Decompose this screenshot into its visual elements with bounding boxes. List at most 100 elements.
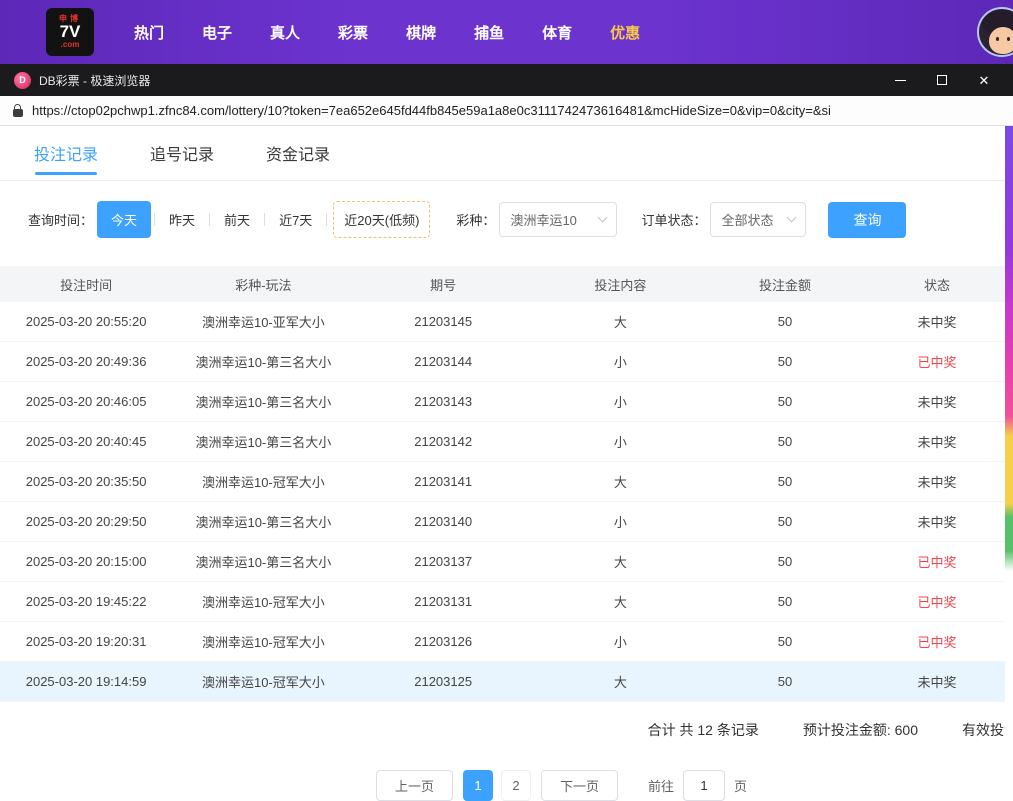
page-number[interactable]: 1 (463, 770, 493, 801)
prev-page-button[interactable]: 上一页 (376, 770, 453, 801)
cell-lottery-play: 澳洲幸运10-第三名大小 (172, 552, 354, 571)
top-banner: 申博 7V .com 热门 电子 真人 彩票 棋牌 捕鱼 体育 优惠 (0, 0, 1013, 64)
table-row[interactable]: 2025-03-20 19:14:59 澳洲幸运10-冠军大小 21203125… (0, 662, 1013, 702)
cell-bet-content: 小 (532, 512, 709, 531)
tab[interactable]: 追号记录 (150, 126, 214, 181)
nav-item[interactable]: 电子 (202, 22, 232, 43)
table-row[interactable]: 2025-03-20 20:55:20 澳洲幸运10-亚军大小 21203145… (0, 302, 1013, 342)
cell-issue-number: 21203126 (355, 634, 532, 649)
nav-item[interactable]: 彩票 (338, 22, 368, 43)
cell-lottery-play: 澳洲幸运10-冠军大小 (172, 592, 354, 611)
cell-bet-time: 2025-03-20 20:15:00 (0, 554, 172, 569)
cell-bet-time: 2025-03-20 19:14:59 (0, 674, 172, 689)
cell-lottery-play: 澳洲幸运10-第三名大小 (172, 432, 354, 451)
lottery-select[interactable]: 澳洲幸运10 (499, 202, 617, 237)
nav-item[interactable]: 棋牌 (406, 22, 436, 43)
search-button[interactable]: 查询 (828, 202, 906, 238)
cell-lottery-play: 澳洲幸运10-冠军大小 (172, 632, 354, 651)
site-logo[interactable]: 申博 7V .com (46, 8, 94, 56)
avatar-eye (996, 37, 999, 41)
time-option[interactable]: 昨天 (158, 201, 206, 238)
cell-bet-content: 大 (532, 552, 709, 571)
minimize-button[interactable] (893, 73, 907, 87)
cell-bet-time: 2025-03-20 20:40:45 (0, 434, 172, 449)
order-status-label: 订单状态： (641, 210, 706, 229)
window-titlebar: D DB彩票 - 极速浏览器 ✕ (0, 64, 1013, 96)
cell-issue-number: 21203145 (355, 314, 532, 329)
goto-suffix: 页 (734, 776, 747, 795)
time-option[interactable]: 近20天(低频) (333, 201, 430, 238)
cell-lottery-play: 澳洲幸运10-亚军大小 (172, 312, 354, 331)
column-header: 彩种-玩法 (172, 275, 354, 294)
time-option[interactable]: 今天 (97, 201, 151, 238)
column-header: 投注内容 (532, 275, 709, 294)
maximize-button[interactable] (935, 73, 949, 87)
cell-issue-number: 21203125 (355, 674, 532, 689)
cell-issue-number: 21203131 (355, 594, 532, 609)
cell-bet-amount: 50 (709, 514, 861, 529)
cell-bet-amount: 50 (709, 394, 861, 409)
tab[interactable]: 投注记录 (34, 126, 98, 181)
nav-item[interactable]: 热门 (134, 22, 164, 43)
lock-icon (13, 109, 23, 117)
nav-item[interactable]: 捕鱼 (474, 22, 504, 43)
table-row[interactable]: 2025-03-20 19:45:22 澳洲幸运10-冠军大小 21203131… (0, 582, 1013, 622)
table-row[interactable]: 2025-03-20 20:29:50 澳洲幸运10-第三名大小 2120314… (0, 502, 1013, 542)
lottery-label: 彩种： (456, 210, 495, 229)
cell-lottery-play: 澳洲幸运10-第三名大小 (172, 392, 354, 411)
column-header: 投注金额 (709, 275, 861, 294)
total-records-text: 合计 共 12 条记录 (648, 720, 759, 740)
cell-bet-amount: 50 (709, 674, 861, 689)
time-filter-group: 今天昨天前天近7天近20天(低频) (97, 201, 430, 238)
close-button[interactable]: ✕ (977, 73, 991, 87)
cell-bet-content: 小 (532, 632, 709, 651)
summary-bar: 合计 共 12 条记录 预计投注金额: 600 有效投注金 (0, 702, 1013, 740)
table-body: 2025-03-20 20:55:20 澳洲幸运10-亚军大小 21203145… (0, 302, 1013, 702)
background-page-strip (1005, 126, 1013, 800)
order-status-select[interactable]: 全部状态 (710, 202, 806, 237)
window-title: DB彩票 - 极速浏览器 (39, 72, 150, 89)
page-number[interactable]: 2 (501, 770, 531, 801)
table-row[interactable]: 2025-03-20 20:46:05 澳洲幸运10-第三名大小 2120314… (0, 382, 1013, 422)
url-text[interactable]: https://ctop02pchwp1.zfnc84.com/lottery/… (32, 103, 831, 118)
divider (326, 213, 327, 226)
cell-bet-content: 小 (532, 392, 709, 411)
tab[interactable]: 资金记录 (266, 126, 330, 181)
table-row[interactable]: 2025-03-20 20:15:00 澳洲幸运10-第三名大小 2120313… (0, 542, 1013, 582)
cell-status: 未中奖 (861, 432, 1013, 451)
cell-bet-content: 小 (532, 352, 709, 371)
user-avatar[interactable] (977, 7, 1013, 57)
column-header: 期号 (355, 275, 532, 294)
cell-lottery-play: 澳洲幸运10-第三名大小 (172, 512, 354, 531)
time-option[interactable]: 前天 (213, 201, 261, 238)
cell-status: 已中奖 (861, 552, 1013, 571)
table-row[interactable]: 2025-03-20 20:49:36 澳洲幸运10-第三名大小 2120314… (0, 342, 1013, 382)
cell-issue-number: 21203142 (355, 434, 532, 449)
cell-bet-time: 2025-03-20 20:29:50 (0, 514, 172, 529)
cell-issue-number: 21203137 (355, 554, 532, 569)
page-numbers: 12 (463, 770, 531, 801)
next-page-button[interactable]: 下一页 (541, 770, 618, 801)
nav-item[interactable]: 优惠 (610, 22, 640, 43)
lottery-select-value: 澳洲幸运10 (510, 210, 576, 229)
time-filter-label: 查询时间： (28, 210, 93, 229)
cell-lottery-play: 澳洲幸运10-第三名大小 (172, 352, 354, 371)
cell-bet-amount: 50 (709, 554, 861, 569)
chevron-down-icon (787, 213, 797, 223)
cell-status: 未中奖 (861, 472, 1013, 491)
cell-status: 未中奖 (861, 312, 1013, 331)
nav-item[interactable]: 真人 (270, 22, 300, 43)
table-row[interactable]: 2025-03-20 20:35:50 澳洲幸运10-冠军大小 21203141… (0, 462, 1013, 502)
page-content: 投注记录追号记录资金记录 查询时间： 今天昨天前天近7天近20天(低频) 彩种：… (0, 126, 1013, 801)
goto-page-input[interactable] (683, 770, 725, 801)
cell-bet-amount: 50 (709, 314, 861, 329)
cell-bet-amount: 50 (709, 474, 861, 489)
address-bar: https://ctop02pchwp1.zfnc84.com/lottery/… (0, 96, 1013, 126)
table-row[interactable]: 2025-03-20 20:40:45 澳洲幸运10-第三名大小 2120314… (0, 422, 1013, 462)
expected-amount-text: 预计投注金额: 600 (803, 720, 918, 740)
time-option[interactable]: 近7天 (268, 201, 323, 238)
cell-bet-time: 2025-03-20 20:35:50 (0, 474, 172, 489)
table-row[interactable]: 2025-03-20 19:20:31 澳洲幸运10-冠军大小 21203126… (0, 622, 1013, 662)
nav-item[interactable]: 体育 (542, 22, 572, 43)
goto-page: 前往 页 (648, 770, 747, 801)
